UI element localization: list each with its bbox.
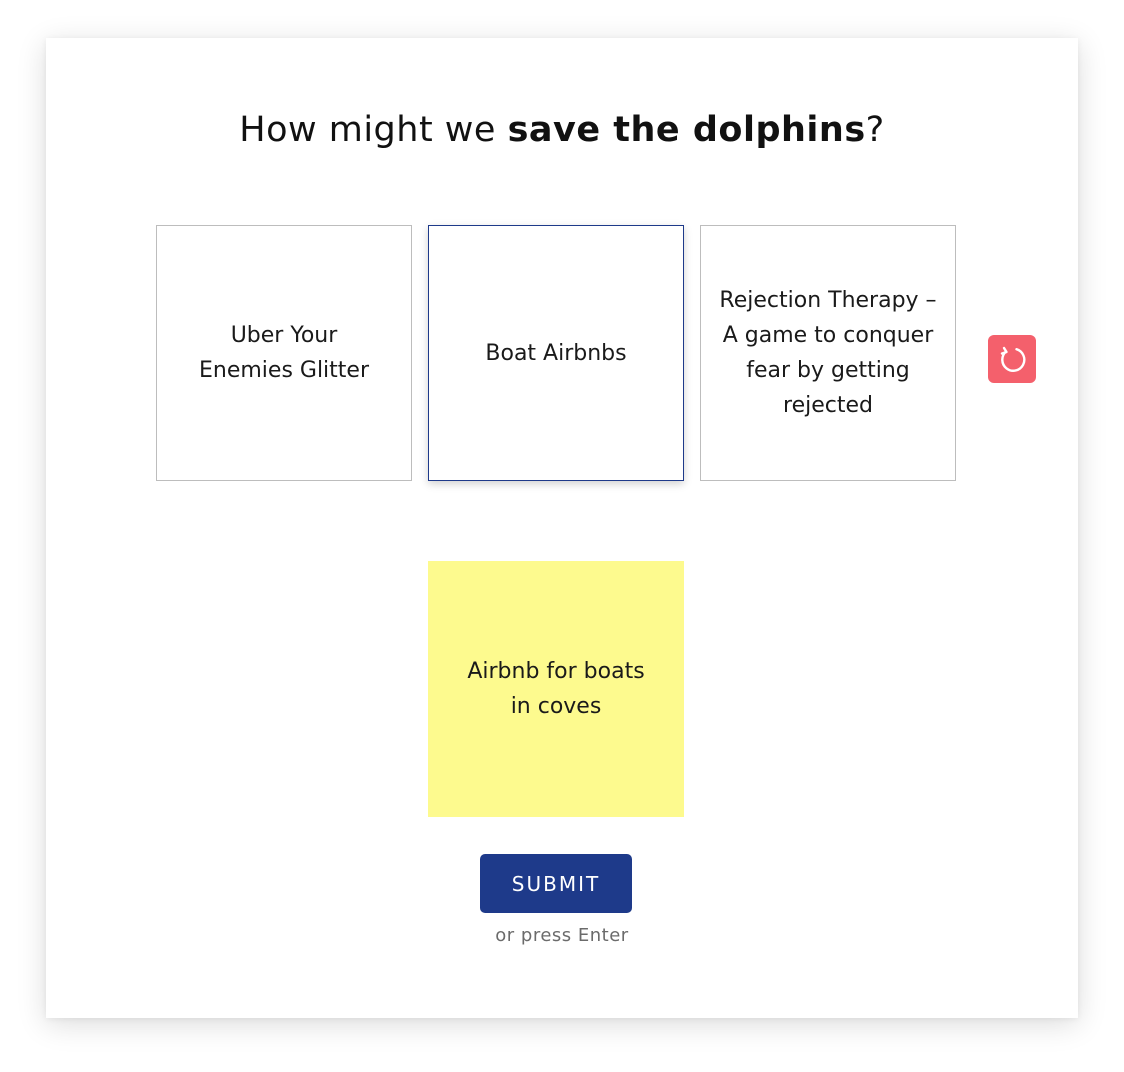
refresh-button[interactable] <box>988 335 1036 383</box>
question-emphasis: save the dolphins <box>507 110 866 150</box>
idea-card-3[interactable]: Rejection Therapy – A game to conquer fe… <box>700 225 956 481</box>
submit-button[interactable]: SUBMIT <box>480 854 632 913</box>
idea-card-text: Rejection Therapy – A game to conquer fe… <box>719 288 937 418</box>
refresh-icon <box>1000 346 1026 372</box>
idea-card-2[interactable]: Boat Airbnbs <box>428 225 684 481</box>
idea-card-text: Uber Your Enemies Glitter <box>198 323 370 383</box>
press-enter-hint: or press Enter <box>495 925 629 946</box>
idea-card-text: Boat Airbnbs <box>485 340 627 366</box>
sticky-note-text: Airbnb for boats in coves <box>467 659 645 719</box>
idea-card-1[interactable]: Uber Your Enemies Glitter <box>156 225 412 481</box>
question-heading: How might we save the dolphins? <box>0 106 1124 154</box>
sticky-note: Airbnb for boats in coves <box>428 561 684 817</box>
question-suffix: ? <box>865 110 885 150</box>
question-prefix: How might we <box>239 110 508 150</box>
